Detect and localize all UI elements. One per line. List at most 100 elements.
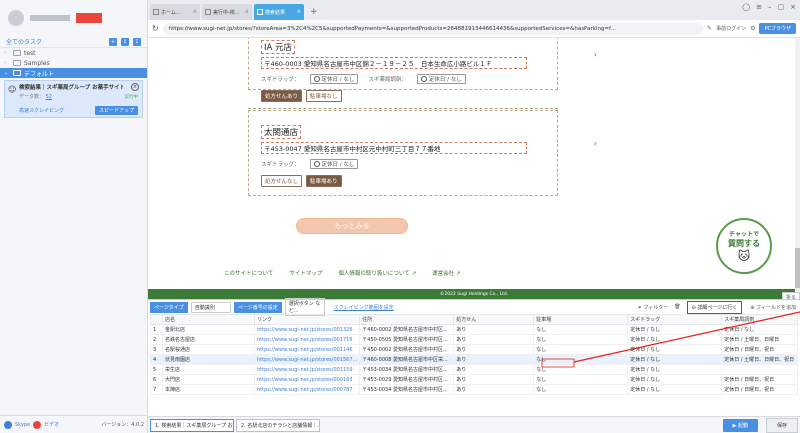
- cell-link[interactable]: https://www.sugi-net.jp/stores/001567...: [253, 354, 361, 365]
- video-icon[interactable]: [33, 420, 42, 429]
- task-card[interactable]: ☺ 検索結果｜スギ薬局グループ お薬手サイト × データ数： 52 実行中 高速…: [4, 80, 143, 118]
- cell-parking[interactable]: なし: [533, 364, 629, 375]
- video-link[interactable]: ビデオ: [44, 421, 59, 428]
- chat-widget[interactable]: チャットで 質問する 🐱: [716, 218, 772, 274]
- cell-sugi-drug[interactable]: 定休日 / なし: [627, 344, 723, 355]
- table-row[interactable]: 4 伏見南園店 https://www.sugi-net.jp/stores/001…: [150, 354, 798, 365]
- cell-index[interactable]: 2: [150, 334, 163, 345]
- close-icon[interactable]: ×: [131, 83, 139, 91]
- cell-store-name[interactable]: 名鉄名古屋店: [162, 334, 255, 345]
- col-sugi-pharmacy[interactable]: スギ薬局調剤: [721, 314, 798, 325]
- cell-sugi-pharmacy[interactable]: [721, 364, 798, 375]
- cell-sugi-pharmacy[interactable]: 定休日 / 日曜日、祝日: [721, 344, 798, 355]
- skype-icon[interactable]: [4, 420, 12, 429]
- user-icon[interactable]: ◯: [742, 3, 750, 11]
- close-window-icon[interactable]: ×: [790, 3, 796, 11]
- close-icon[interactable]: ×: [297, 9, 301, 15]
- cell-address[interactable]: 〒453-0029 愛知県名古屋市中村区...: [359, 374, 455, 385]
- cell-parking[interactable]: なし: [533, 384, 629, 395]
- tab-home[interactable]: ホーム... ×: [150, 4, 200, 20]
- cell-sugi-drug[interactable]: 定休日 / なし: [627, 374, 723, 385]
- page-turn-select[interactable]: 選択ボタン など...: [284, 298, 325, 316]
- settings-icon[interactable]: ⚙: [750, 25, 755, 32]
- all-tasks-label[interactable]: 全てのタスク: [6, 37, 105, 46]
- skype-link[interactable]: Skype: [15, 422, 30, 428]
- col-sugi-drug[interactable]: スギドラッグ: [627, 314, 723, 325]
- cell-store-name[interactable]: 名駅桜通店: [162, 344, 255, 355]
- speed-up-button[interactable]: スピードアップ: [94, 106, 138, 115]
- footer-link-about[interactable]: このサイトについて: [224, 269, 273, 277]
- run-button[interactable]: ▶ 起動: [722, 418, 758, 432]
- table-row[interactable]: 7 本陣店 https://www.sugi-net.jp/stores/00078…: [150, 384, 798, 395]
- cell-store-name[interactable]: 本陣店: [162, 384, 255, 395]
- footer-link-privacy[interactable]: 個人情報の取り扱いについて ↗: [338, 269, 416, 277]
- footer-link-sitemap[interactable]: サイトマップ: [289, 269, 322, 277]
- folder-test[interactable]: › test: [0, 48, 147, 58]
- tab-search-results[interactable]: 検索結果 ×: [254, 4, 304, 20]
- save-button[interactable]: 保存: [765, 417, 798, 433]
- cell-parking[interactable]: なし: [533, 344, 629, 355]
- page-tab-1[interactable]: 1. 検索結果｜スギ薬局グループ お...: [150, 418, 234, 432]
- cell-address[interactable]: 〒460-0008 愛知県名古屋市中区栄...: [359, 354, 455, 365]
- cell-sugi-drug[interactable]: 定休日 / なし: [627, 324, 723, 335]
- new-tab-button[interactable]: +: [306, 7, 322, 20]
- folder-default[interactable]: ⌄ デフォルト: [0, 68, 147, 78]
- minimize-icon[interactable]: –: [768, 3, 772, 11]
- cell-sugi-drug[interactable]: 定休日 / なし: [627, 334, 723, 345]
- cell-sugi-pharmacy[interactable]: 定休日 / 土曜日、日曜日、祝日: [721, 354, 798, 365]
- page-tab-2[interactable]: 2. 名駅北店のチラシと店舗情報｜...: [236, 418, 320, 432]
- cell-index[interactable]: 1: [150, 324, 163, 335]
- cell-link[interactable]: https://www.sugi-net.jp/stores/001159: [253, 364, 361, 375]
- avatar[interactable]: [8, 10, 24, 26]
- col-parking[interactable]: 駐車場: [533, 314, 629, 325]
- col-prescription[interactable]: 処方せん: [453, 314, 535, 325]
- close-icon[interactable]: ×: [193, 9, 197, 15]
- cell-parking[interactable]: なし: [533, 324, 629, 335]
- table-row[interactable]: 2 名鉄名古屋店 https://www.sugi-net.jp/stores/00…: [150, 334, 798, 345]
- scrollbar[interactable]: [795, 38, 800, 299]
- table-row[interactable]: 1 金駅北店 https://www.sugi-net.jp/stores/0013…: [150, 324, 798, 335]
- cell-link[interactable]: https://www.sugi-net.jp/stores/001716: [253, 334, 361, 345]
- maximize-icon[interactable]: ▢: [778, 3, 785, 11]
- go-detail-page-button[interactable]: ⊖ 詳細ページに行く: [686, 300, 743, 314]
- col-address[interactable]: 住所: [359, 314, 455, 325]
- cell-index[interactable]: 6: [150, 374, 163, 385]
- cell-store-name[interactable]: 栄生店: [162, 364, 255, 375]
- cell-address[interactable]: 〒450-0002 愛知県名古屋市中村区...: [359, 344, 455, 355]
- cell-sugi-drug[interactable]: 定休日 / なし: [627, 354, 723, 365]
- page-type-select[interactable]: 自動識別: [190, 301, 231, 313]
- cell-link[interactable]: https://www.sugi-net.jp/stores/000163: [253, 374, 361, 385]
- cell-store-name[interactable]: 伏見南園店: [162, 354, 255, 365]
- cell-prescription[interactable]: あり: [453, 374, 535, 385]
- folder-samples[interactable]: › Samples: [0, 58, 147, 68]
- cell-sugi-pharmacy[interactable]: 定休日 / なし: [721, 324, 798, 335]
- table-row[interactable]: 3 名駅桜通店 https://www.sugi-net.jp/stores/001…: [150, 344, 798, 355]
- cell-index[interactable]: 3: [150, 344, 163, 355]
- cell-index[interactable]: 5: [150, 364, 163, 375]
- cell-sugi-pharmacy[interactable]: 定休日 / 日曜日、祝日: [721, 384, 798, 395]
- cell-prescription[interactable]: あり: [453, 384, 535, 395]
- cell-link[interactable]: https://www.sugi-net.jp/stores/001146: [253, 344, 361, 355]
- chevron-right-icon[interactable]: ›: [594, 50, 597, 59]
- col-link[interactable]: リンク: [253, 314, 361, 325]
- store-card[interactable]: IA 元店 〒460-0003 愛知県名古屋市中区錦２－１９－２５ 日本生命広小…: [248, 38, 597, 102]
- cell-prescription[interactable]: あり: [453, 354, 535, 365]
- export-icon[interactable]: ↧: [133, 37, 141, 46]
- crawl-range-link[interactable]: スクレイピング範囲を設定: [334, 304, 394, 311]
- cell-sugi-pharmacy[interactable]: 定休日 / 土曜日、日曜日: [721, 334, 798, 345]
- table-row[interactable]: 6 大門店 https://www.sugi-net.jp/stores/00016…: [150, 374, 798, 385]
- cell-prescription[interactable]: あり: [453, 334, 535, 345]
- cell-index[interactable]: 7: [150, 384, 163, 395]
- refresh-icon[interactable]: ↻: [152, 24, 159, 33]
- cell-sugi-drug[interactable]: 定休日 / なし: [627, 364, 723, 375]
- cell-sugi-pharmacy[interactable]: 定休日 / 日曜日、祝日: [721, 374, 798, 385]
- cell-store-name[interactable]: 金駅北店: [162, 324, 255, 335]
- tab-running[interactable]: 実行中-検... ×: [202, 4, 252, 20]
- store-name[interactable]: 太閤通店: [261, 125, 302, 139]
- edit-icon[interactable]: ✎: [707, 25, 712, 32]
- cell-store-name[interactable]: 大門店: [162, 374, 255, 385]
- more-button[interactable]: もっとみる: [296, 218, 408, 234]
- filter-button[interactable]: ⏷ フィルター: [638, 304, 669, 311]
- close-icon[interactable]: ×: [245, 9, 249, 15]
- table-row[interactable]: 5 栄生店 https://www.sugi-net.jp/stores/00115…: [150, 364, 798, 375]
